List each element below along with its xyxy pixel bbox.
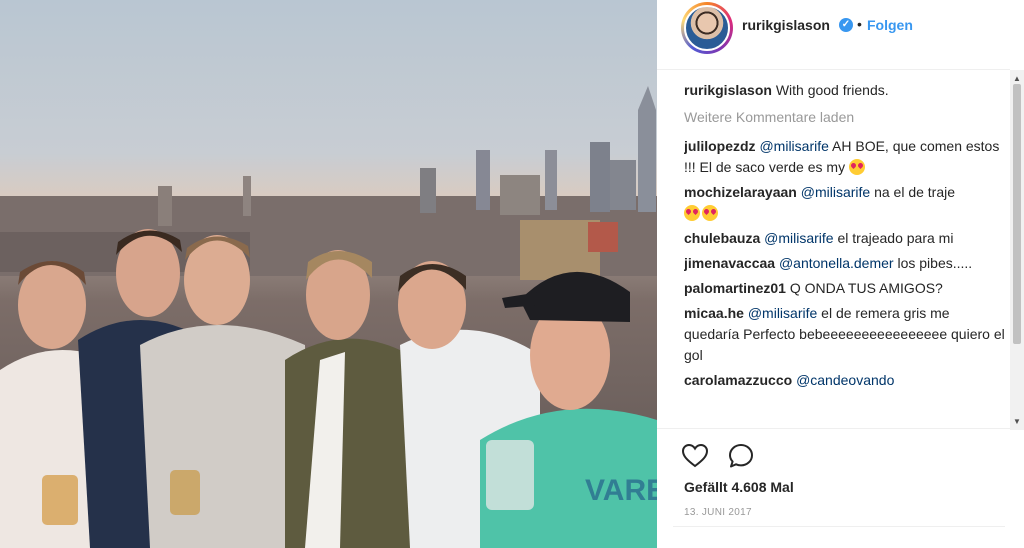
comment-username[interactable]: julilopezdz [684,138,756,154]
comment-username[interactable]: palomartinez01 [684,280,786,296]
heart-eyes-emoji-icon [702,205,718,221]
post-actions: Gefällt 4.608 Mal 13. JUNI 2017 [657,428,1010,548]
comment-username[interactable]: micaa.he [684,305,744,321]
caption: rurikgislason With good friends. [684,80,1006,101]
heart-eyes-emoji-icon [684,205,700,221]
comment-text: los pibes..... [897,255,973,271]
comment-username[interactable]: chulebauza [684,230,760,246]
comment-bubble-icon[interactable] [727,442,755,470]
comment-mention[interactable]: @milisarife [748,305,817,321]
comment-item: mochizelarayaan @milisarife na el de tra… [684,182,1006,224]
comment-mention[interactable]: @milisarife [764,230,833,246]
comment-username[interactable]: jimenavaccaa [684,255,775,271]
comment-item: jimenavaccaa @antonella.demer los pibes.… [684,253,1006,274]
follow-button[interactable]: Folgen [867,17,913,33]
story-ring[interactable] [681,2,733,54]
heart-icon[interactable] [681,442,709,470]
comment-mention[interactable]: @milisarife [759,138,828,154]
caption-username[interactable]: rurikgislason [684,82,772,98]
comment-mention[interactable]: @antonella.demer [779,255,894,271]
username-link[interactable]: rurikgislason [742,17,830,33]
post-side-panel: rurikgislason ✓ • Folgen rurikgislason W… [657,0,1024,548]
comments-list: rurikgislason With good friends. Weitere… [684,80,1006,426]
divider [673,526,1005,527]
comment-text: Q ONDA TUS AMIGOS? [789,280,943,296]
post-header: rurikgislason ✓ • Folgen [657,0,1010,70]
scroll-up-arrow-icon[interactable]: ▲ [1013,74,1021,83]
comment-item: micaa.he @milisarife el de remera gris m… [684,303,1006,366]
comments-scrollbar[interactable]: ▲ ▼ [1010,70,1024,430]
svg-text:VARED: VARED [585,474,657,507]
comment-item: chulebauza @milisarife el trajeado para … [684,228,1006,249]
comment-item: julilopezdz @milisarife AH BOE, que come… [684,136,1006,178]
heart-eyes-emoji-icon [848,159,865,175]
comment-item: carolamazzucco @candeovando [684,370,1006,391]
verified-badge-icon: ✓ [839,18,853,32]
separator-dot: • [857,16,862,32]
likes-count[interactable]: Gefällt 4.608 Mal [684,479,794,495]
caption-text: With good friends. [775,82,889,98]
comment-mention[interactable]: @candeovando [796,372,894,388]
scrollbar-thumb[interactable] [1013,84,1021,344]
comment-username[interactable]: carolamazzucco [684,372,792,388]
comment-text: na el de traje [874,184,956,200]
scroll-down-arrow-icon[interactable]: ▼ [1013,417,1021,426]
profile-avatar[interactable] [684,5,730,51]
comment-text: el trajeado para mi [837,230,954,246]
photo-illustration: VARED [0,86,657,548]
post-date[interactable]: 13. JUNI 2017 [684,507,752,518]
comment-mention[interactable]: @milisarife [801,184,870,200]
comment-item: palomartinez01 Q ONDA TUS AMIGOS? [684,278,1006,299]
comment-username[interactable]: mochizelarayaan [684,184,797,200]
post-photo[interactable]: VARED [0,0,657,548]
load-more-comments-button[interactable]: Weitere Kommentare laden [684,107,1006,128]
